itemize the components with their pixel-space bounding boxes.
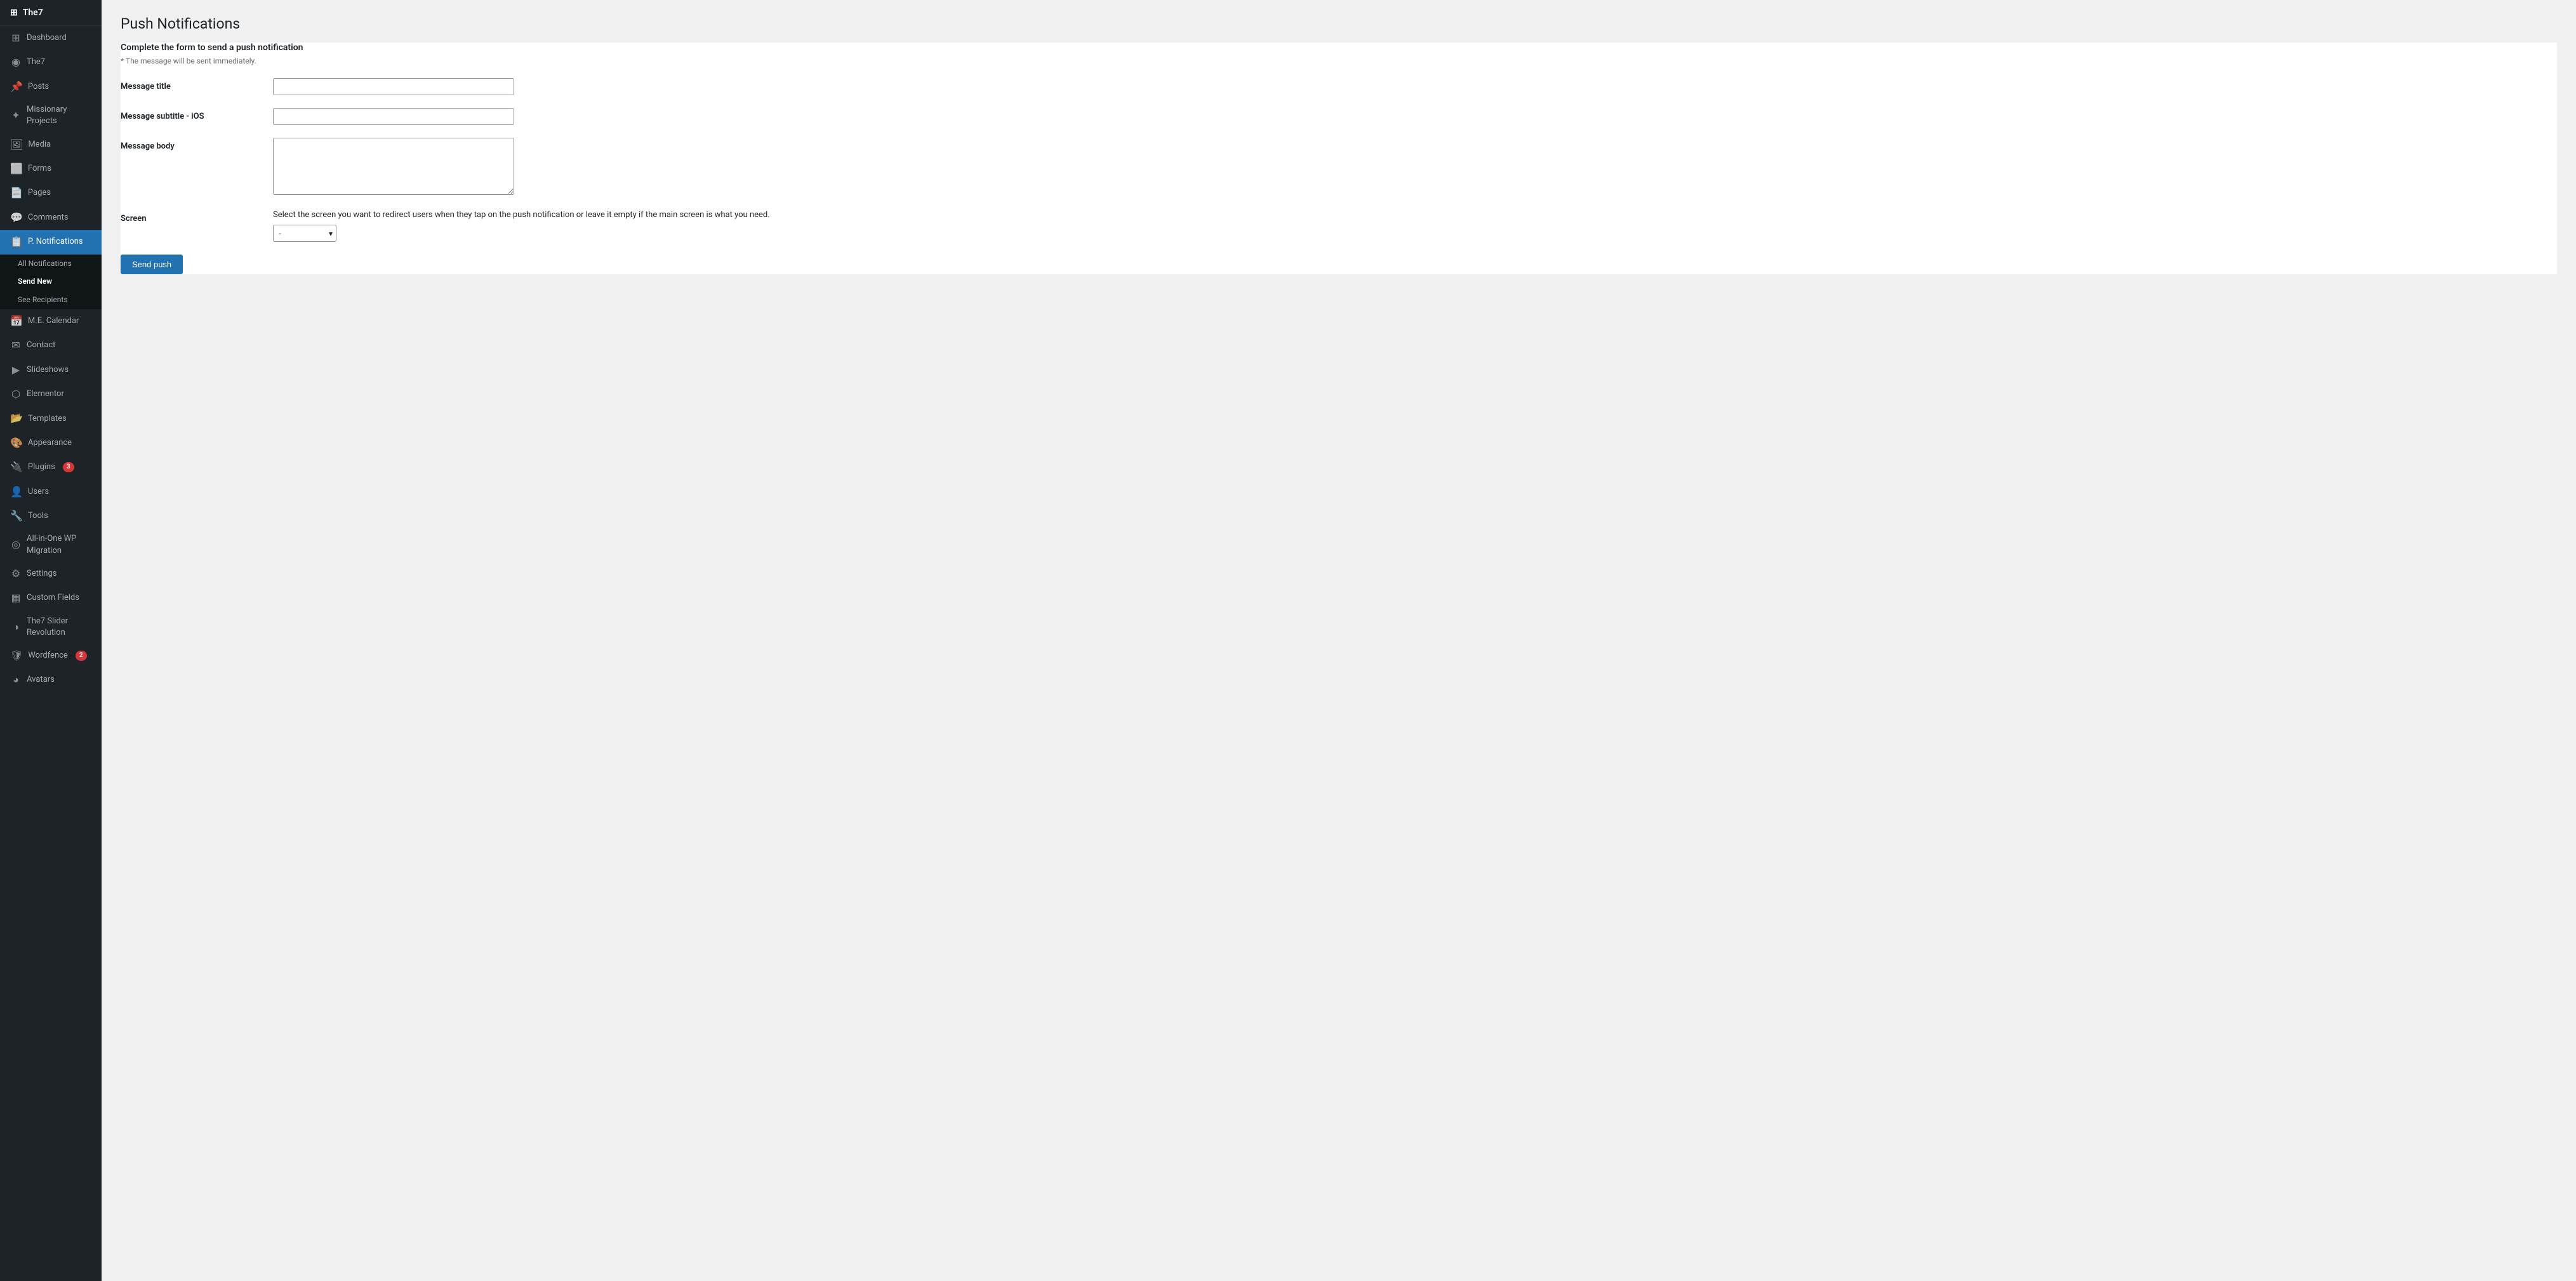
message-title-input[interactable] [273,78,514,95]
message-title-control [273,78,514,95]
page-title: Push Notifications [121,15,2557,32]
dashboard-icon: ⊞ [10,31,22,45]
media-icon: 🖼 [10,138,23,152]
avatars-icon: ◕ [10,673,22,687]
calendar-icon: 📅 [10,314,23,328]
wordfence-icon: 🛡 [10,649,23,663]
posts-icon: 📌 [10,80,23,94]
contact-icon: ✉ [10,338,22,352]
screen-label: Screen [121,210,260,223]
sidebar-item-contact[interactable]: ✉ Contact [0,333,102,357]
message-body-textarea[interactable] [273,138,514,195]
tools-icon: 🔧 [10,509,23,523]
forms-icon: ⬜ [10,162,23,176]
appearance-icon: 🎨 [10,436,23,450]
slideshows-icon: ▶ [10,363,22,377]
sidebar-item-p-notifications[interactable]: 📋 P. Notifications [0,230,102,254]
sidebar-item-forms[interactable]: ⬜ Forms [0,157,102,181]
sidebar-item-custom-fields[interactable]: ▦ Custom Fields [0,586,102,610]
pages-icon: 📄 [10,186,23,200]
sidebar: ⊞ The7 ⊞ Dashboard ◉ The7 📌 Posts ✦ Miss… [0,0,102,1281]
message-body-row: Message body [121,138,2557,197]
the7-icon: ◉ [10,55,22,69]
sidebar-item-avatars[interactable]: ◕ Avatars [0,668,102,692]
push-notification-form: Complete the form to send a push notific… [121,43,2557,274]
main-content: Push Notifications Complete the form to … [102,0,2576,1281]
submenu-see-recipients[interactable]: See Recipients [0,291,102,309]
notifications-submenu: All Notifications Send New See Recipient… [0,255,102,309]
screen-note: Select the screen you want to redirect u… [273,210,2557,220]
settings-icon: ⚙ [10,567,22,581]
sidebar-item-the7[interactable]: ◉ The7 [0,50,102,74]
message-subtitle-row: Message subtitle - iOS [121,108,2557,125]
sidebar-item-slider-revolution[interactable]: ◑ The7 Slider Revolution [0,611,102,644]
submenu-all-notifications[interactable]: All Notifications [0,255,102,273]
form-section-title: Complete the form to send a push notific… [121,43,2557,53]
templates-icon: 📂 [10,411,23,425]
screen-control: Select the screen you want to redirect u… [273,210,2557,242]
notifications-icon: 📋 [10,235,23,249]
sidebar-item-pages[interactable]: 📄 Pages [0,181,102,205]
sidebar-item-tools[interactable]: 🔧 Tools [0,504,102,528]
screen-select[interactable]: - [273,225,336,242]
sidebar-item-appearance[interactable]: 🎨 Appearance [0,431,102,455]
plugins-badge: 3 [63,462,74,472]
plugins-icon: 🔌 [10,460,23,474]
screen-row: Screen Select the screen you want to red… [121,210,2557,242]
sidebar-item-media[interactable]: 🖼 Media [0,133,102,157]
sidebar-item-users[interactable]: 👤 Users [0,480,102,504]
message-body-control [273,138,514,197]
message-subtitle-control [273,108,514,125]
slider-revolution-icon: ◑ [10,620,22,634]
message-title-label: Message title [121,78,260,91]
sidebar-item-slideshows[interactable]: ▶ Slideshows [0,358,102,382]
elementor-icon: ⬡ [10,387,22,401]
form-note: * The message will be sent immediately. [121,56,2557,65]
sidebar-item-plugins[interactable]: 🔌 Plugins 3 [0,455,102,479]
missionary-icon: ✦ [10,109,22,123]
submenu-send-new[interactable]: Send New [0,272,102,291]
sidebar-item-wordfence[interactable]: 🛡 Wordfence 2 [0,644,102,668]
wordfence-badge: 2 [76,651,87,661]
message-subtitle-input[interactable] [273,108,514,125]
sidebar-item-comments[interactable]: 💬 Comments [0,206,102,230]
sidebar-item-all-in-one-migration[interactable]: ◎ All-in-One WP Migration [0,528,102,561]
sidebar-item-dashboard[interactable]: ⊞ Dashboard [0,26,102,50]
screen-select-wrapper: - [273,225,336,242]
message-title-row: Message title [121,78,2557,95]
users-icon: 👤 [10,485,23,499]
custom-fields-icon: ▦ [10,591,22,605]
logo-text: The7 [23,8,43,18]
sidebar-item-templates[interactable]: 📂 Templates [0,406,102,430]
sidebar-item-me-calendar[interactable]: 📅 M.E. Calendar [0,309,102,333]
sidebar-item-posts[interactable]: 📌 Posts [0,75,102,99]
sidebar-item-missionary-projects[interactable]: ✦ Missionary Projects [0,99,102,132]
message-body-label: Message body [121,138,260,151]
message-subtitle-label: Message subtitle - iOS [121,108,260,121]
migration-icon: ◎ [10,538,22,552]
sidebar-item-elementor[interactable]: ⬡ Elementor [0,382,102,406]
sidebar-logo: ⊞ The7 [0,0,102,26]
comments-icon: 💬 [10,211,23,225]
send-push-button[interactable]: Send push [121,255,183,274]
sidebar-item-settings[interactable]: ⚙ Settings [0,562,102,586]
logo-icon: ⊞ [10,8,18,18]
